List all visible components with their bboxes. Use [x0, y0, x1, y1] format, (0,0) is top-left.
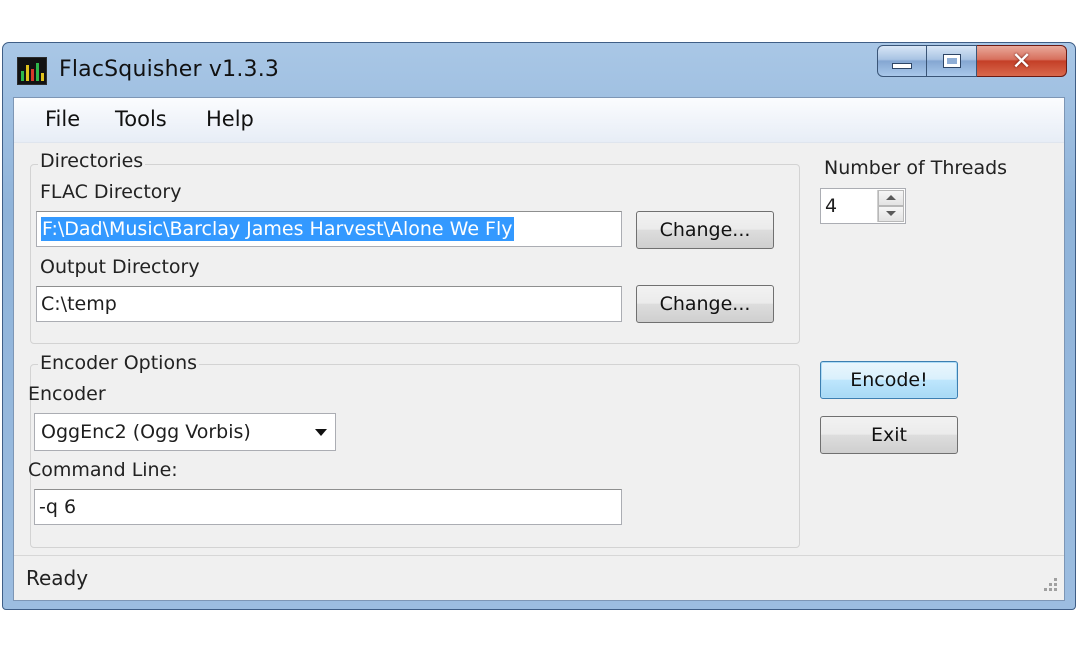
threads-label: Number of Threads — [824, 157, 1008, 179]
menu-file[interactable]: File — [45, 107, 80, 131]
spin-down-icon[interactable] — [878, 206, 904, 222]
command-line-input[interactable]: -q 6 — [34, 489, 622, 525]
encoder-select[interactable]: OggEnc2 (Ogg Vorbis) — [34, 413, 336, 451]
directories-legend: Directories — [38, 150, 146, 172]
app-icon[interactable] — [17, 57, 47, 85]
output-directory-input[interactable]: C:\temp — [36, 286, 622, 322]
exit-button[interactable]: Exit — [820, 416, 958, 454]
close-button[interactable]: ✕ — [977, 45, 1067, 77]
command-line-label: Command Line: — [28, 459, 178, 481]
app-window: FlacSquisher v1.3.3 ✕ File Tools Help Di… — [2, 42, 1076, 610]
menu-bar: File Tools Help — [14, 98, 1064, 143]
minimize-icon — [892, 63, 912, 69]
menu-help[interactable]: Help — [206, 107, 254, 131]
maximize-button[interactable] — [927, 45, 977, 77]
maximize-icon — [942, 54, 961, 68]
client-area: File Tools Help Directories FLAC Directo… — [13, 97, 1065, 601]
status-bar: Ready — [14, 555, 1064, 600]
encoder-select-value: OggEnc2 (Ogg Vorbis) — [41, 421, 251, 443]
output-change-button[interactable]: Change... — [636, 285, 774, 323]
encoder-options-legend: Encoder Options — [38, 352, 200, 374]
chevron-down-icon — [315, 429, 327, 436]
threads-value: 4 — [825, 195, 838, 217]
minimize-button[interactable] — [877, 45, 927, 77]
close-icon: ✕ — [1011, 47, 1032, 75]
window-title: FlacSquisher v1.3.3 — [59, 57, 280, 82]
flac-directory-label: FLAC Directory — [40, 181, 182, 203]
flac-directory-value: F:\Dad\Music\Barclay James Harvest\Alone… — [41, 217, 514, 241]
resize-grip-icon[interactable] — [1040, 576, 1058, 594]
spinner-buttons — [877, 190, 904, 222]
flac-directory-input[interactable]: F:\Dad\Music\Barclay James Harvest\Alone… — [36, 211, 622, 247]
status-text: Ready — [26, 566, 89, 590]
encode-button[interactable]: Encode! — [820, 361, 958, 399]
title-bar[interactable]: FlacSquisher v1.3.3 ✕ — [3, 43, 1075, 97]
encoder-label: Encoder — [28, 383, 106, 405]
output-directory-label: Output Directory — [40, 256, 200, 278]
threads-spinner[interactable]: 4 — [820, 188, 906, 224]
menu-tools[interactable]: Tools — [115, 107, 167, 131]
caption-buttons: ✕ — [877, 45, 1067, 81]
spin-up-icon[interactable] — [878, 190, 904, 206]
flac-change-button[interactable]: Change... — [636, 211, 774, 249]
